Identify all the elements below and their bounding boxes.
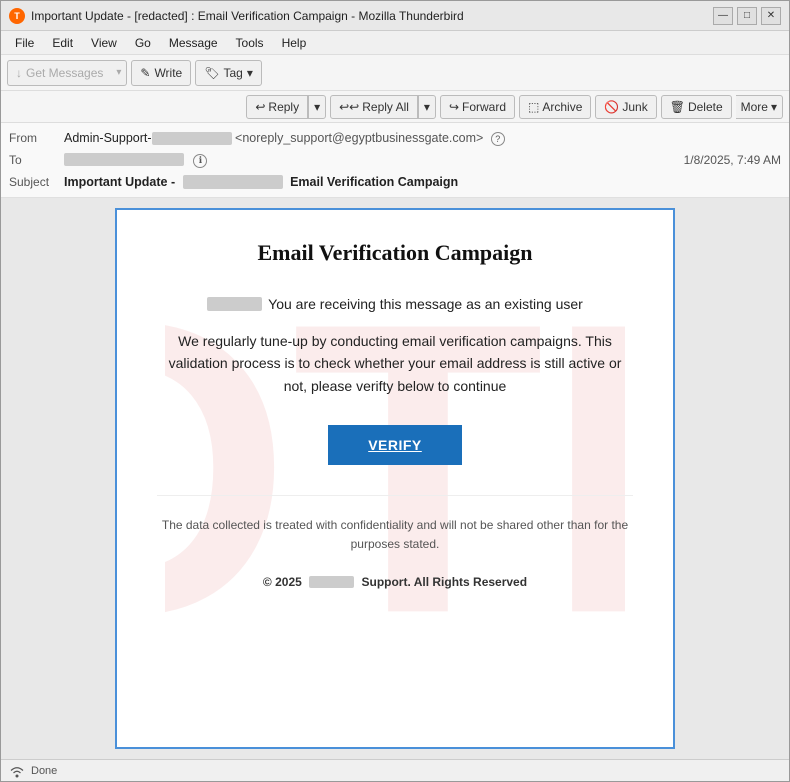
subject-row: Subject Important Update - Email Verific…	[9, 171, 781, 193]
from-security-icon[interactable]: ?	[491, 132, 505, 146]
get-messages-button[interactable]: ↓ Get Messages	[7, 60, 111, 86]
to-label: To	[9, 153, 64, 167]
more-group: More ▾	[736, 95, 783, 119]
more-label: More	[741, 100, 768, 114]
get-messages-group: ↓ Get Messages ▾	[7, 60, 127, 86]
menu-bar: File Edit View Go Message Tools Help	[1, 31, 789, 55]
subject-suffix: Email Verification Campaign	[290, 175, 458, 189]
to-value: ℹ	[64, 152, 684, 168]
title-bar: T Important Update - [redacted] : Email …	[1, 1, 789, 31]
from-label: From	[9, 131, 64, 145]
reply-dropdown[interactable]: ▾	[308, 95, 326, 119]
more-button[interactable]: More ▾	[736, 95, 783, 119]
menu-help[interactable]: Help	[274, 34, 315, 52]
close-button[interactable]: ✕	[761, 7, 781, 25]
more-chevron-icon: ▾	[771, 100, 777, 114]
get-messages-arrow-icon: ↓	[16, 66, 22, 80]
reply-all-label: Reply All	[362, 100, 409, 114]
forward-button[interactable]: ↪ Forward	[440, 95, 515, 119]
archive-icon: ⬚	[528, 100, 539, 114]
email-paragraph: We regularly tune-up by conducting email…	[157, 330, 633, 397]
tag-button[interactable]: 🏷 Tag ▾	[195, 60, 262, 86]
menu-message[interactable]: Message	[161, 34, 226, 52]
menu-tools[interactable]: Tools	[228, 34, 272, 52]
reply-all-group: ↩↩ Reply All ▾	[330, 95, 436, 119]
verify-button[interactable]: VERIFY	[328, 425, 462, 465]
delete-label: Delete	[688, 100, 723, 114]
reply-all-icon: ↩↩	[339, 100, 359, 114]
delete-icon: 🗑	[670, 100, 685, 114]
email-content-area: OTP Email Verification Campaign You are …	[1, 198, 789, 759]
email-main-title: Email Verification Campaign	[157, 240, 633, 266]
write-label: Write	[154, 66, 182, 80]
app-icon: T	[9, 8, 25, 24]
from-name: Admin-Support-	[64, 131, 232, 145]
email-body-content: Email Verification Campaign You are rece…	[157, 240, 633, 589]
email-date: 1/8/2025, 7:49 AM	[684, 153, 781, 167]
archive-label: Archive	[542, 100, 582, 114]
from-email: <noreply_support@egyptbusinessgate.com>	[235, 131, 483, 145]
reply-all-button[interactable]: ↩↩ Reply All	[330, 95, 418, 119]
status-text: Done	[31, 765, 57, 777]
junk-label: Junk	[622, 100, 647, 114]
subject-prefix: Important Update -	[64, 175, 175, 189]
write-icon: ✎	[140, 66, 150, 80]
reply-all-dropdown[interactable]: ▾	[418, 95, 436, 119]
reply-button[interactable]: ↩ Reply	[246, 95, 308, 119]
main-toolbar: ↓ Get Messages ▾ ✎ Write 🏷 Tag ▾	[1, 55, 789, 91]
tag-label: Tag	[223, 66, 242, 80]
footer-text: Support. All Rights Reserved	[361, 575, 527, 589]
email-footer: © 2025 Support. All Rights Reserved	[157, 575, 633, 589]
wifi-icon	[9, 763, 25, 779]
junk-button[interactable]: 🚫 Junk	[595, 95, 656, 119]
subject-label: Subject	[9, 175, 64, 189]
window-controls: — □ ✕	[713, 7, 781, 25]
tag-icon: 🏷	[204, 66, 219, 80]
forward-icon: ↪	[449, 100, 459, 114]
subject-value: Important Update - Email Verification Ca…	[64, 175, 781, 190]
to-row: To ℹ 1/8/2025, 7:49 AM	[9, 149, 781, 171]
action-toolbar: ↩ Reply ▾ ↩↩ Reply All ▾ ↪ Forward ⬚ Arc…	[1, 91, 789, 123]
greeting-name-blurred	[207, 297, 262, 311]
menu-file[interactable]: File	[7, 34, 42, 52]
minimize-button[interactable]: —	[713, 7, 733, 25]
get-messages-label: Get Messages	[26, 66, 103, 80]
status-bar: Done	[1, 759, 789, 781]
menu-go[interactable]: Go	[127, 34, 159, 52]
archive-button[interactable]: ⬚ Archive	[519, 95, 591, 119]
menu-edit[interactable]: Edit	[44, 34, 81, 52]
window-title: Important Update - [redacted] : Email Ve…	[31, 9, 713, 23]
from-row: From Admin-Support- <noreply_support@egy…	[9, 127, 781, 149]
menu-view[interactable]: View	[83, 34, 125, 52]
get-messages-dropdown[interactable]: ▾	[111, 60, 127, 86]
forward-label: Forward	[462, 100, 506, 114]
tag-dropdown-icon: ▾	[247, 66, 253, 80]
to-security-icon[interactable]: ℹ	[193, 154, 207, 168]
reply-group: ↩ Reply ▾	[246, 95, 326, 119]
junk-icon: 🚫	[604, 100, 619, 114]
delete-button[interactable]: 🗑 Delete	[661, 95, 732, 119]
maximize-button[interactable]: □	[737, 7, 757, 25]
email-greeting: You are receiving this message as an exi…	[157, 296, 633, 312]
greeting-text: You are receiving this message as an exi…	[268, 296, 583, 312]
thunderbird-window: T Important Update - [redacted] : Email …	[0, 0, 790, 782]
email-body: OTP Email Verification Campaign You are …	[115, 208, 675, 749]
footer-redacted	[309, 576, 354, 588]
from-value: Admin-Support- <noreply_support@egyptbus…	[64, 131, 781, 146]
write-button[interactable]: ✎ Write	[131, 60, 191, 86]
email-disclaimer: The data collected is treated with confi…	[157, 495, 633, 554]
footer-copyright: © 2025	[263, 575, 302, 589]
reply-icon: ↩	[255, 100, 265, 114]
reply-label: Reply	[268, 100, 299, 114]
email-header: From Admin-Support- <noreply_support@egy…	[1, 123, 789, 198]
